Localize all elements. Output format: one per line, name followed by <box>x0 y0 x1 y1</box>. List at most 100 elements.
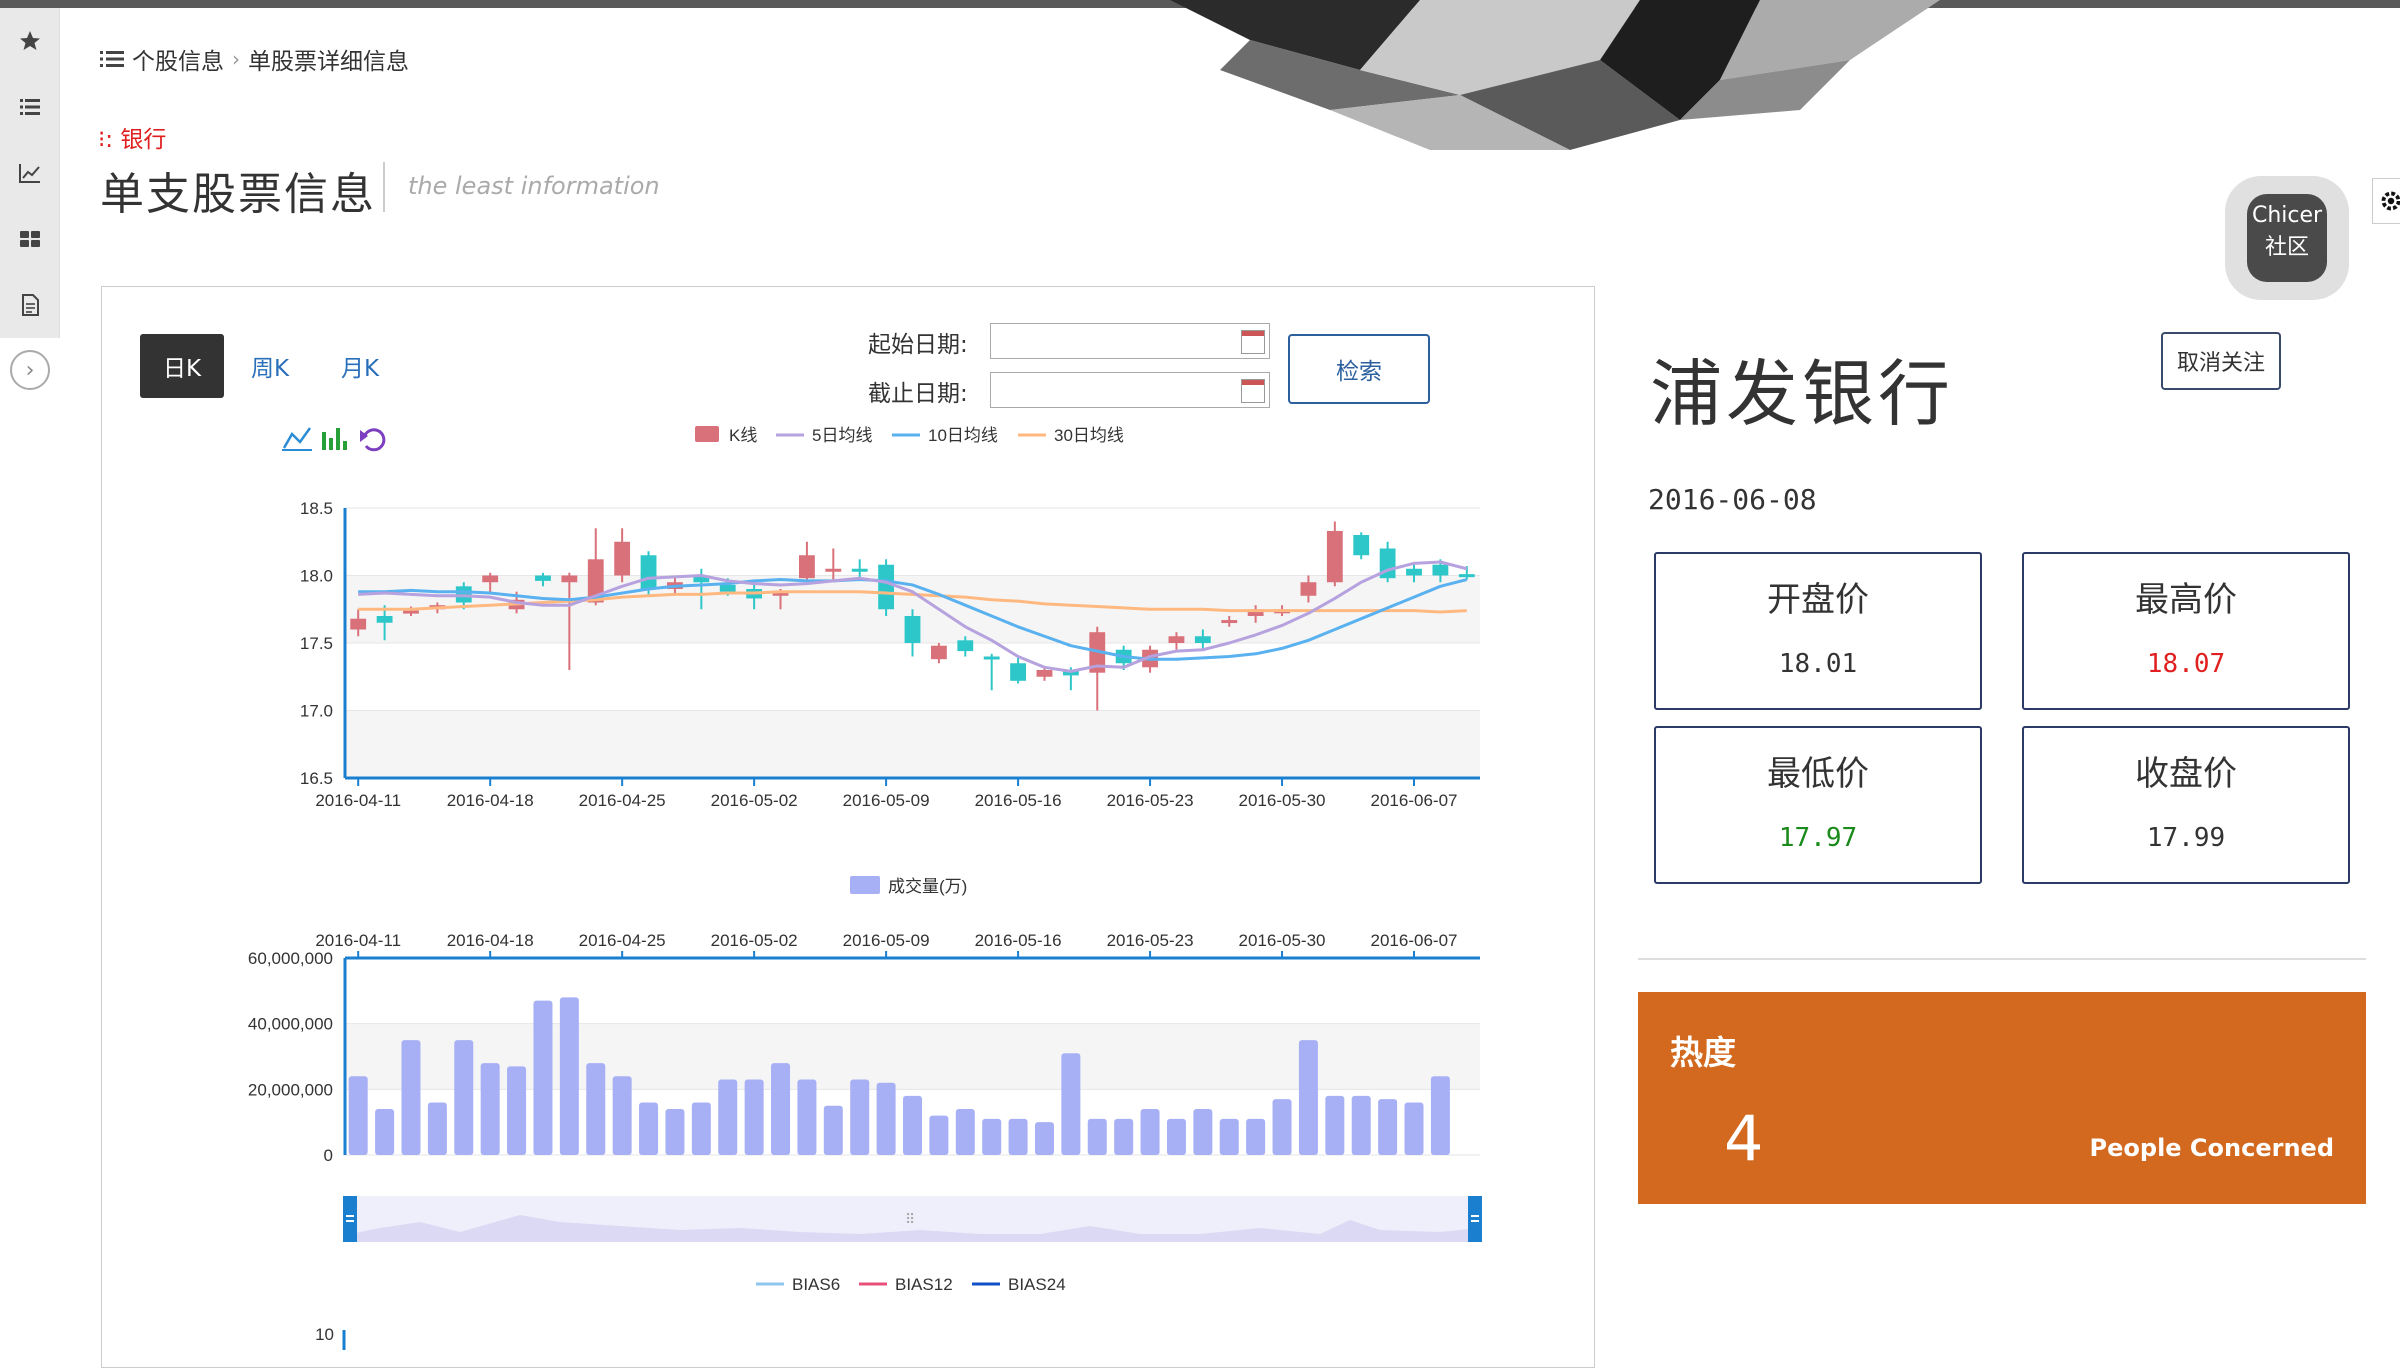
volume-bar <box>902 1095 923 1155</box>
volume-bar <box>1087 1118 1107 1155</box>
close-price-card: 收盘价 17.99 <box>2022 726 2350 884</box>
candle <box>535 575 551 581</box>
heat-label: 热度 <box>1670 1033 1736 1072</box>
candle <box>640 555 657 589</box>
candle <box>376 616 393 623</box>
unfollow-button[interactable]: 取消关注 <box>2161 332 2281 390</box>
zoom-handle-right[interactable] <box>1468 1196 1482 1242</box>
volume-bar <box>797 1079 817 1155</box>
candle <box>825 568 842 572</box>
volume-bar <box>1140 1109 1160 1155</box>
candle <box>1194 636 1211 643</box>
refresh-icon[interactable] <box>360 428 386 452</box>
volume-bar <box>586 1063 606 1155</box>
candle <box>983 656 1000 660</box>
open-price-card: 开盘价 18.01 <box>1654 552 1982 710</box>
x-tick-label: 2016-04-11 <box>315 791 401 810</box>
legend-item-bias12[interactable]: BIAS12 <box>859 1275 953 1294</box>
x-tick-label: 2016-05-16 <box>975 931 1062 950</box>
candle <box>1010 663 1026 681</box>
gear-icon <box>2381 191 2400 211</box>
open-price-label: 开盘价 <box>1767 580 1869 620</box>
volume-bar <box>348 1076 368 1155</box>
x-tick-label: 2016-04-18 <box>447 791 534 810</box>
legend-label-bias6: BIAS6 <box>792 1275 840 1294</box>
y-tick-label: 17.5 <box>300 634 333 653</box>
bar-switch-icon[interactable] <box>322 428 347 450</box>
y-tick-label: 40,000,000 <box>248 1015 333 1034</box>
legend-item-bias6[interactable]: BIAS6 <box>756 1275 840 1294</box>
legend-label-bias12: BIAS12 <box>895 1275 953 1294</box>
legend-item-bias24[interactable]: BIAS24 <box>972 1275 1066 1294</box>
community-line2: 社区 <box>2264 235 2309 260</box>
volume-bar <box>507 1066 527 1155</box>
zoom-handle-left[interactable] <box>343 1196 357 1242</box>
data-zoom-slider[interactable]: ⠿ <box>343 1196 1482 1242</box>
volume-bar <box>823 1105 843 1155</box>
volume-bar <box>850 1079 870 1155</box>
x-tick-label: 2016-06-07 <box>1371 931 1458 950</box>
y-tick-label: 60,000,000 <box>248 949 333 968</box>
volume-bar <box>1193 1109 1213 1155</box>
stock-date: 2016-06-08 <box>1648 483 1817 516</box>
volume-bar <box>955 1109 975 1155</box>
candle <box>799 555 815 579</box>
candle <box>878 564 895 610</box>
x-tick-label: 2016-04-18 <box>447 931 534 950</box>
candle <box>614 541 631 576</box>
close-price-label: 收盘价 <box>2135 754 2237 794</box>
candle <box>403 610 419 614</box>
legend-label-ma10: 10日均线 <box>928 426 998 445</box>
candle <box>957 640 974 652</box>
volume-bar <box>480 1063 500 1155</box>
legend-item-kline[interactable]: K线 <box>695 426 757 445</box>
volume-bar <box>665 1109 685 1155</box>
volume-bar <box>1114 1118 1134 1155</box>
x-tick-label: 2016-05-16 <box>975 791 1062 810</box>
community-line1: Chicer <box>2251 203 2323 228</box>
community-widget[interactable]: Chicer 社区 <box>2225 176 2349 300</box>
x-tick-label: 2016-05-30 <box>1239 791 1326 810</box>
grid-band <box>345 508 1480 576</box>
close-price-value: 17.99 <box>2146 823 2226 853</box>
legend-label-bias24: BIAS24 <box>1008 1275 1066 1294</box>
volume-chart: 60,000,000 40,000,000 20,000,000 0 2016-04-1… <box>248 931 1480 1165</box>
candle <box>1221 620 1238 624</box>
candle <box>1168 636 1185 643</box>
volume-bar <box>982 1118 1002 1155</box>
x-tick-label: 2016-05-23 <box>1107 931 1194 950</box>
y-tick-label: 20,000,000 <box>248 1080 333 1099</box>
line-switch-icon[interactable] <box>282 427 312 451</box>
k-chart-legend: K线 5日均线 10日均线 30日均线 <box>695 426 1124 445</box>
community-badge[interactable]: Chicer 社区 <box>2247 194 2327 282</box>
x-tick-label: 2016-05-30 <box>1239 931 1326 950</box>
x-tick-label: 2016-06-07 <box>1371 791 1458 810</box>
volume-bar <box>771 1063 791 1155</box>
candle <box>851 568 868 572</box>
drag-grip-icon[interactable]: ⠿ <box>905 1212 915 1228</box>
volume-bar <box>454 1040 474 1155</box>
volume-bar <box>691 1102 711 1155</box>
volume-bar <box>929 1115 949 1155</box>
legend-item-ma10[interactable]: 10日均线 <box>892 426 998 445</box>
volume-bar <box>1008 1118 1028 1155</box>
volume-bar <box>427 1102 447 1155</box>
volume-bar <box>1061 1053 1081 1155</box>
candle <box>561 575 578 583</box>
high-price-card: 最高价 18.07 <box>2022 552 2350 710</box>
volume-bar <box>718 1079 738 1155</box>
candle <box>930 645 947 660</box>
y-tick-label: 17.0 <box>300 702 333 721</box>
heat-panel: 热度 4 People Concerned <box>1638 992 2366 1204</box>
volume-bar <box>639 1102 659 1155</box>
open-price-value: 18.01 <box>1778 649 1858 679</box>
volume-bar <box>375 1109 395 1155</box>
candle <box>904 616 921 643</box>
legend-item-ma5[interactable]: 5日均线 <box>776 426 872 445</box>
legend-item-ma30[interactable]: 30日均线 <box>1018 426 1124 445</box>
volume-bar <box>1378 1099 1398 1155</box>
high-price-value: 18.07 <box>2146 649 2226 679</box>
x-tick-label: 2016-04-11 <box>315 931 401 950</box>
settings-button[interactable] <box>2372 178 2400 224</box>
volume-legend[interactable]: 成交量(万) <box>850 876 967 896</box>
